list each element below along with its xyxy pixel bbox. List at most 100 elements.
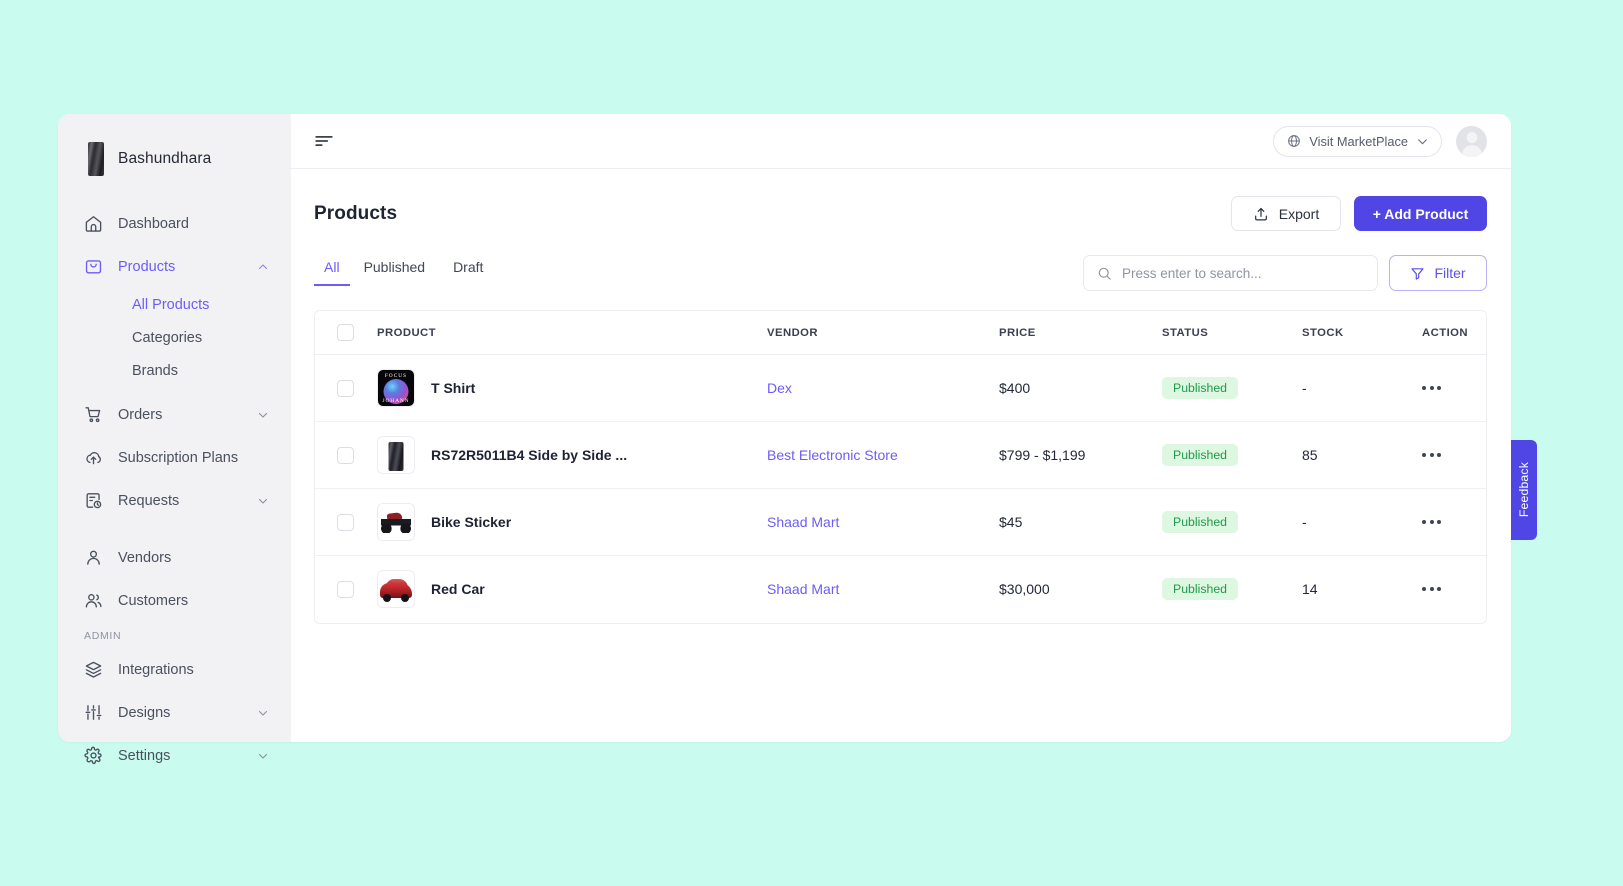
- row-checkbox[interactable]: [337, 446, 354, 464]
- price-cell: $45: [999, 488, 1162, 556]
- sidebar: Bashundhara Dashboard Products All Produ…: [58, 114, 291, 765]
- sidebar-subitem-all-products[interactable]: All Products: [58, 288, 291, 321]
- layers-icon: [84, 660, 103, 679]
- column-header-stock: STOCK: [1302, 311, 1422, 355]
- stock-cell: -: [1302, 488, 1422, 556]
- column-header-vendor: VENDOR: [767, 311, 999, 355]
- tab-draft[interactable]: Draft: [439, 260, 497, 286]
- feedback-tab[interactable]: Feedback: [1511, 440, 1537, 540]
- page-header-actions: Export + Add Product: [1231, 196, 1487, 231]
- sidebar-subitem-categories[interactable]: Categories: [58, 321, 291, 354]
- feedback-label: Feedback: [1517, 462, 1531, 518]
- action-cell: [1422, 556, 1486, 623]
- row-checkbox[interactable]: [337, 379, 354, 397]
- cloud-upload-icon: [84, 448, 103, 467]
- product-cell: FOCUS JOHANN T Shirt: [377, 354, 767, 422]
- vendor-cell: Shaad Mart: [767, 556, 999, 623]
- search-input[interactable]: [1122, 265, 1364, 281]
- sidebar-item-label: Requests: [118, 492, 180, 509]
- row-checkbox[interactable]: [337, 513, 354, 531]
- select-all-checkbox[interactable]: [337, 324, 354, 341]
- bag-icon: [84, 257, 103, 276]
- sidebar-item-integrations[interactable]: Integrations: [58, 648, 291, 691]
- search-box[interactable]: [1083, 255, 1378, 291]
- chevron-up-icon: [257, 261, 269, 273]
- brand[interactable]: Bashundhara: [58, 114, 291, 182]
- product-name: Red Car: [431, 581, 485, 598]
- sidebar-item-orders[interactable]: Orders: [58, 393, 291, 436]
- gear-icon: [84, 746, 103, 765]
- app-window: Bashundhara Dashboard Products All Produ…: [58, 114, 1537, 765]
- more-dots-icon[interactable]: [1422, 514, 1486, 530]
- table-row: RS72R5011B4 Side by Side ... Best Electr…: [315, 421, 1486, 489]
- more-dots-icon[interactable]: [1422, 380, 1486, 396]
- add-product-button[interactable]: + Add Product: [1354, 196, 1487, 231]
- row-select-cell: [315, 556, 377, 623]
- action-cell: [1422, 421, 1486, 489]
- chevron-down-icon: [257, 495, 269, 507]
- export-button[interactable]: Export: [1231, 196, 1341, 231]
- more-dots-icon[interactable]: [1422, 447, 1486, 463]
- row-checkbox[interactable]: [337, 580, 354, 598]
- table-header-row: PRODUCT VENDOR PRICE STATUS STOCK ACTION: [315, 311, 1486, 355]
- sidebar-section-admin: ADMIN: [84, 630, 122, 642]
- status-badge: Published: [1162, 578, 1239, 601]
- sidebar-item-dashboard[interactable]: Dashboard: [58, 202, 291, 245]
- sliders-icon: [84, 703, 103, 722]
- table-header: PRODUCT VENDOR PRICE STATUS STOCK ACTION: [315, 311, 1486, 355]
- product-cell: Bike Sticker: [377, 488, 767, 556]
- product-name: Bike Sticker: [431, 514, 512, 530]
- sidebar-subitem-label: Categories: [132, 329, 203, 346]
- sidebar-item-customers[interactable]: Customers: [58, 579, 291, 622]
- sidebar-item-designs[interactable]: Designs: [58, 691, 291, 734]
- products-table: PRODUCT VENDOR PRICE STATUS STOCK ACTION: [314, 310, 1487, 624]
- hamburger-icon[interactable]: [313, 130, 335, 152]
- sidebar-item-products[interactable]: Products: [58, 245, 291, 288]
- sidebar-item-subscription-plans[interactable]: Subscription Plans: [58, 436, 291, 479]
- vendor-link[interactable]: Best Electronic Store: [767, 447, 898, 463]
- filter-label: Filter: [1434, 265, 1466, 281]
- sidebar-subitem-brands[interactable]: Brands: [58, 354, 291, 387]
- sidebar-item-label: Vendors: [118, 549, 172, 566]
- status-badge: Published: [1162, 376, 1239, 400]
- tab-published[interactable]: Published: [350, 260, 440, 286]
- tab-all[interactable]: All: [314, 260, 350, 286]
- sidebar-item-vendors[interactable]: Vendors: [58, 536, 291, 579]
- stock-cell: 85: [1302, 421, 1422, 489]
- vendor-link[interactable]: Shaad Mart: [767, 581, 839, 597]
- status-cell: Published: [1162, 354, 1302, 422]
- tab-label: Draft: [453, 259, 484, 275]
- sidebar-item-label: Settings: [118, 747, 171, 764]
- status-cell: Published: [1162, 556, 1302, 623]
- sidebar-item-label: Dashboard: [118, 215, 189, 232]
- column-header-product: PRODUCT: [377, 311, 767, 355]
- action-cell: [1422, 354, 1486, 422]
- user-icon: [84, 548, 103, 567]
- sidebar-item-label: Products: [118, 258, 176, 275]
- sidebar-subitem-label: All Products: [132, 296, 210, 313]
- chevron-down-icon: [257, 409, 269, 421]
- more-dots-icon[interactable]: [1422, 581, 1486, 597]
- stock-cell: 14: [1302, 581, 1318, 598]
- users-icon: [84, 591, 103, 610]
- cart-icon: [84, 405, 103, 424]
- funnel-icon: [1410, 266, 1425, 281]
- tab-label: All: [324, 259, 340, 275]
- product-name: T Shirt: [431, 380, 476, 396]
- select-all-cell: [315, 311, 377, 355]
- brand-name: Bashundhara: [118, 150, 212, 167]
- vendor-cell: Shaad Mart: [767, 488, 999, 556]
- filter-button[interactable]: Filter: [1389, 255, 1487, 291]
- avatar[interactable]: [1456, 125, 1487, 157]
- sidebar-item-label: Designs: [118, 704, 171, 721]
- visit-marketplace-button[interactable]: Visit MarketPlace: [1273, 125, 1442, 157]
- product-thumbnail: [377, 503, 415, 541]
- vendor-link[interactable]: Dex: [767, 380, 792, 396]
- sidebar-item-settings[interactable]: Settings: [58, 734, 291, 777]
- sidebar-item-requests[interactable]: Requests: [58, 479, 291, 522]
- sidebar-nav: Dashboard Products All Products Categori…: [58, 182, 291, 777]
- tab-label: Published: [363, 259, 426, 275]
- product-name: RS72R5011B4 Side by Side ...: [431, 447, 628, 463]
- vendor-link[interactable]: Shaad Mart: [767, 514, 839, 530]
- row-select-cell: [315, 488, 377, 556]
